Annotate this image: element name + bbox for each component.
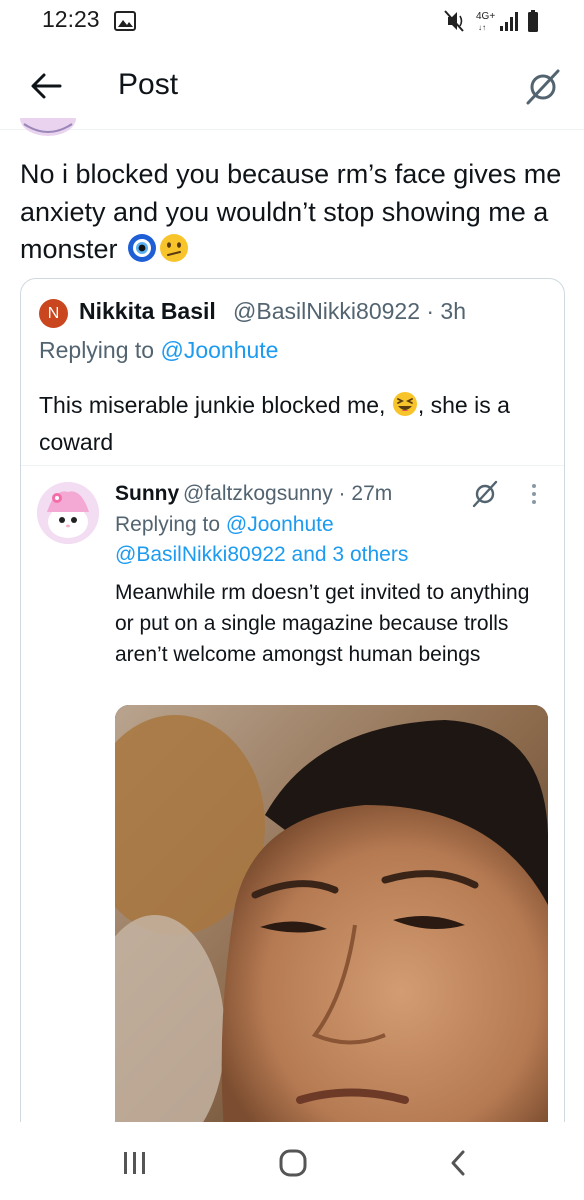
tweet-text: No i blocked you because rm’s face gives…	[20, 156, 570, 274]
inner-reply-author-handle: @faltzkogsunny · 27m	[183, 482, 393, 505]
quote-avatar[interactable]: N	[39, 299, 68, 328]
inner-reply-avatar[interactable]	[37, 482, 99, 544]
quote-body-before: This miserable junkie blocked me,	[39, 392, 392, 418]
signal-icon	[500, 12, 518, 31]
inner-replying-more[interactable]: @BasilNikki80922 and 3 others	[115, 543, 408, 567]
close-up-photo-of-man	[115, 705, 548, 1137]
home-icon	[279, 1149, 307, 1177]
inner-replying-link[interactable]: @Joonhute	[226, 513, 334, 536]
inner-reply-media[interactable]	[115, 705, 548, 1137]
confused-face-emoji	[159, 233, 189, 274]
back-button[interactable]	[28, 68, 64, 104]
grok-icon	[526, 69, 560, 105]
gallery-icon	[114, 11, 136, 36]
previous-avatar-peek	[20, 118, 76, 140]
page-title: Post	[118, 68, 179, 101]
inner-reply-body: Meanwhile rm doesn’t get invited to anyt…	[115, 581, 530, 666]
battery-icon	[528, 10, 538, 32]
inner-replying-label: Replying to	[115, 513, 226, 536]
grok-icon	[472, 480, 498, 508]
inner-reply-author-name[interactable]: Sunny	[115, 482, 179, 506]
post-header: Post	[0, 42, 584, 130]
status-icons: 4G+ ↓↑	[442, 8, 542, 39]
divider	[21, 465, 564, 466]
quote-replying-to: Replying to @Joonhute	[39, 337, 278, 364]
back-nav-button[interactable]	[442, 1146, 476, 1180]
svg-text:↓↑: ↓↑	[478, 23, 486, 32]
tweet-text-content: No i blocked you because rm’s face gives…	[20, 159, 562, 264]
home-button[interactable]	[276, 1146, 310, 1180]
mute-icon	[444, 10, 464, 32]
inner-replying-to: Replying to @Joonhute	[115, 513, 334, 537]
quote-replying-link[interactable]: @Joonhute	[160, 337, 278, 363]
network-label: 4G+	[476, 11, 495, 22]
quote-author-name[interactable]: Nikkita Basil	[79, 298, 216, 325]
inner-grok-button[interactable]	[471, 480, 499, 508]
status-time: 12:23	[42, 6, 100, 32]
quote-replying-label: Replying to	[39, 337, 161, 363]
status-bar: 12:23 4G+ ↓↑	[0, 0, 584, 42]
nazar-amulet-emoji	[127, 233, 157, 274]
quoted-tweet[interactable]: N Nikkita Basil @BasilNikki80922 · 3h Re…	[20, 278, 565, 1138]
grok-button[interactable]	[524, 68, 562, 106]
arrow-left-icon	[31, 73, 62, 99]
quote-author-handle: @BasilNikki80922 · 3h	[233, 298, 467, 324]
quote-body: This miserable junkie blocked me, , she …	[39, 389, 549, 459]
system-nav-bar	[0, 1122, 584, 1200]
more-options-button[interactable]	[527, 480, 541, 508]
back-icon	[451, 1150, 465, 1176]
more-vertical-icon	[532, 484, 536, 504]
grinning-squinting-face-emoji	[392, 391, 418, 426]
recent-apps-button[interactable]	[118, 1146, 152, 1180]
recent-apps-icon	[124, 1152, 145, 1174]
